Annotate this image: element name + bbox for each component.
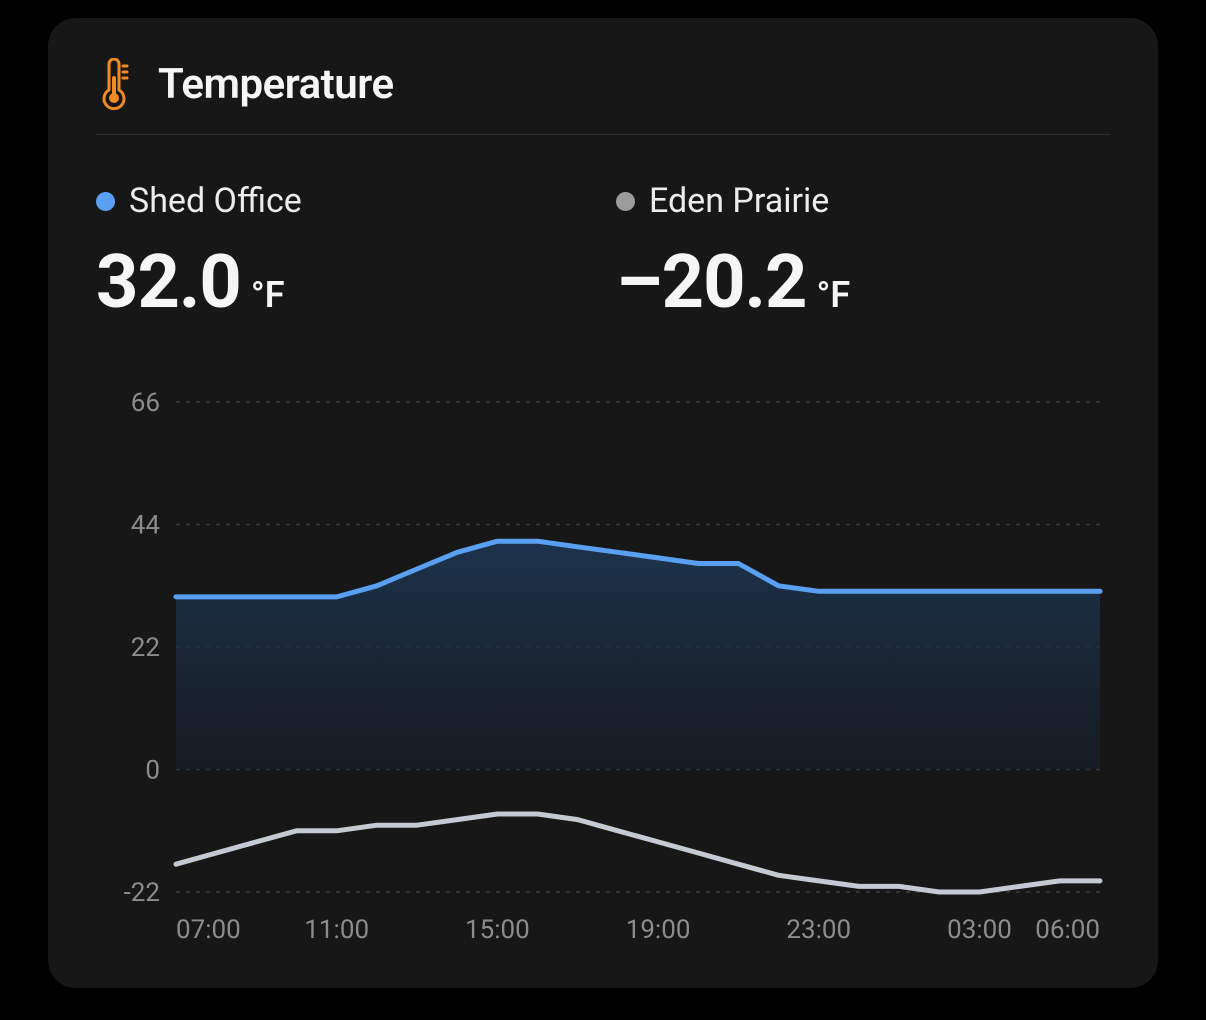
svg-text:06:00: 06:00: [1035, 915, 1100, 945]
svg-text:0: 0: [145, 756, 160, 786]
series-dot-icon: [616, 192, 635, 211]
svg-text:19:00: 19:00: [626, 915, 691, 945]
reading-value-row: 32.0 °F: [96, 239, 576, 326]
svg-text:03:00: 03:00: [947, 915, 1012, 945]
svg-text:23:00: 23:00: [786, 915, 851, 945]
reading-value-row: –20.2 °F: [616, 239, 1096, 326]
reading-label-row: Eden Prairie: [616, 181, 1096, 221]
series-dot-icon: [96, 192, 115, 211]
reading-unit: °F: [251, 274, 285, 316]
reading-unit: °F: [816, 274, 850, 316]
temperature-chart: 66 44 22 0 -22 07:00 11:00 15:00 19:00 23:00 03:00…: [96, 392, 1110, 952]
card-title: Temperature: [158, 60, 394, 109]
svg-text:22: 22: [131, 633, 160, 663]
reading-label-row: Shed Office: [96, 181, 576, 221]
temperature-card: Temperature Shed Office 32.0 °F Eden Pra…: [48, 18, 1158, 988]
card-header: Temperature: [96, 58, 1110, 135]
reading-value: –20.2: [616, 239, 806, 326]
svg-text:07:00: 07:00: [176, 915, 241, 945]
svg-text:15:00: 15:00: [465, 915, 530, 945]
reading-label: Eden Prairie: [649, 181, 829, 221]
thermometer-icon: [96, 58, 130, 110]
svg-text:-22: -22: [124, 878, 160, 908]
readings-row: Shed Office 32.0 °F Eden Prairie –20.2 °…: [96, 181, 1110, 326]
svg-text:44: 44: [131, 511, 161, 541]
svg-text:11:00: 11:00: [304, 915, 369, 945]
reading-shed-office: Shed Office 32.0 °F: [96, 181, 576, 326]
reading-eden-prairie: Eden Prairie –20.2 °F: [616, 181, 1096, 326]
reading-label: Shed Office: [129, 181, 302, 221]
svg-text:66: 66: [131, 392, 160, 418]
reading-value: 32.0: [96, 239, 241, 326]
